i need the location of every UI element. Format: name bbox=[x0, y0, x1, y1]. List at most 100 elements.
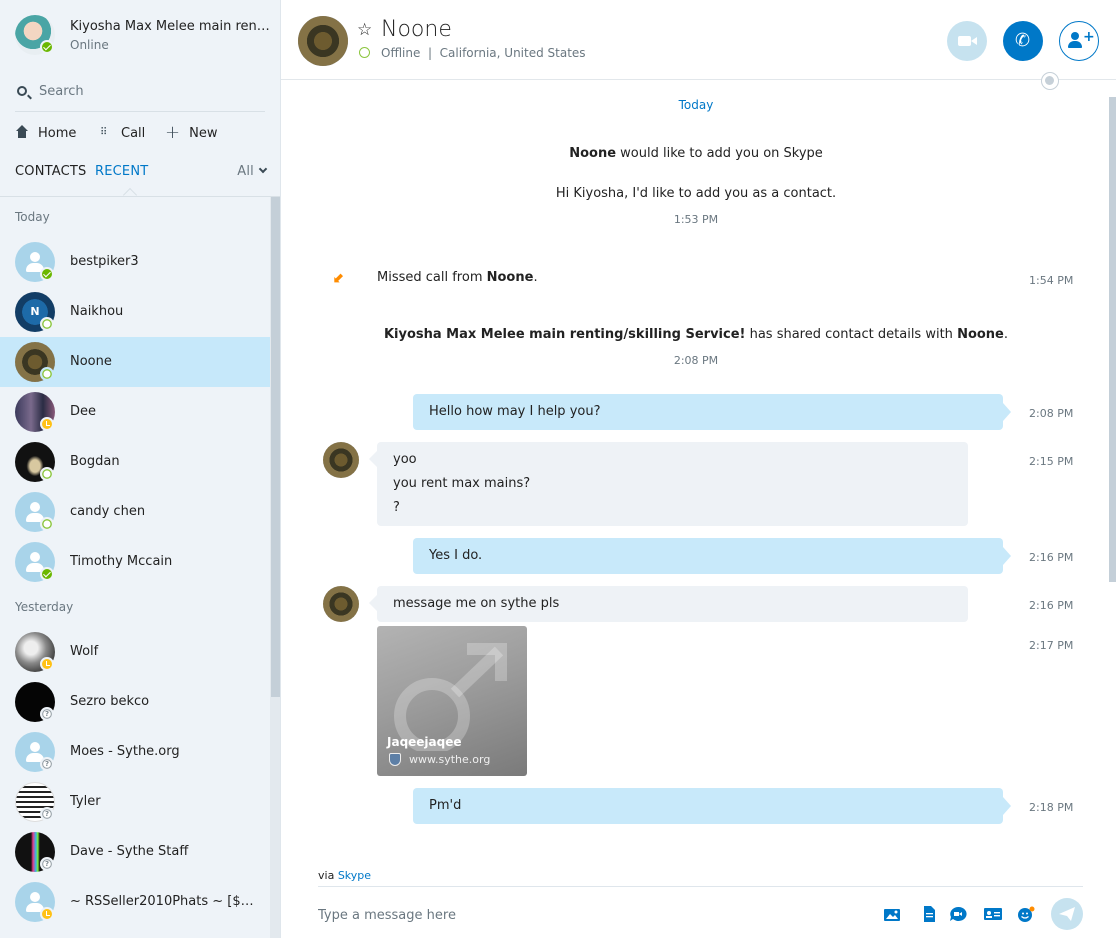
star-icon[interactable]: ☆ bbox=[357, 20, 372, 40]
contact-item[interactable]: Wolf bbox=[0, 627, 270, 677]
search-icon bbox=[17, 86, 27, 96]
contact-item[interactable]: Bogdan bbox=[0, 437, 270, 487]
incoming-message[interactable]: message me on sythe pls bbox=[369, 586, 968, 622]
avatar bbox=[15, 442, 55, 482]
link-card-title: Jaqeejaqee bbox=[387, 735, 462, 749]
message-text: message me on sythe pls bbox=[393, 596, 560, 611]
contact-list: Today bestpiker3 N Naikhou Noone Dee Bog… bbox=[0, 197, 270, 938]
plus-icon: + bbox=[165, 122, 181, 143]
new-label: New bbox=[189, 125, 218, 141]
missed-call-icon: ⬋ bbox=[333, 270, 345, 286]
missed-caller: Noone bbox=[486, 270, 534, 285]
audio-call-button[interactable]: ✆ bbox=[1003, 21, 1043, 61]
away-status-icon bbox=[40, 907, 54, 921]
message-text: Yes I do. bbox=[429, 548, 483, 563]
message-text: yoo bbox=[393, 452, 417, 467]
unknown-status-icon: ? bbox=[40, 757, 54, 771]
call-button[interactable]: ⠿ Call bbox=[100, 122, 145, 144]
avatar bbox=[15, 392, 55, 432]
avatar[interactable] bbox=[323, 442, 359, 478]
media-gallery-icon[interactable] bbox=[883, 906, 901, 922]
contact-item[interactable]: ~ RSSeller2010Phats ~ [$200... bbox=[0, 877, 270, 927]
contact-list-scrollbar[interactable] bbox=[270, 197, 280, 938]
dialpad-icon: ⠿ bbox=[100, 127, 107, 138]
contact-item[interactable]: candy chen bbox=[0, 487, 270, 537]
via-skype-link[interactable]: Skype bbox=[338, 869, 371, 882]
incoming-message[interactable]: yoo you rent max mains? ? bbox=[369, 442, 968, 526]
add-person-icon: + bbox=[1068, 30, 1095, 50]
conversation-pane: ☆ Noone Offline | California, United Sta… bbox=[281, 0, 1116, 938]
away-status-icon bbox=[40, 417, 54, 431]
scrollbar-thumb[interactable] bbox=[271, 197, 280, 697]
new-button[interactable]: + New bbox=[165, 122, 217, 144]
video-call-button[interactable] bbox=[947, 21, 987, 61]
search-input[interactable] bbox=[39, 80, 259, 102]
contact-request-notice: Noone would like to add you on Skype bbox=[281, 146, 1111, 161]
send-button[interactable] bbox=[1051, 898, 1083, 930]
via-prefix: via bbox=[318, 869, 338, 882]
contact-item[interactable]: ? Moes - Sythe.org bbox=[0, 727, 270, 777]
contact-item[interactable]: ? Tyler bbox=[0, 777, 270, 827]
outgoing-message[interactable]: Yes I do. bbox=[413, 538, 1011, 574]
contact-name: Tyler bbox=[70, 794, 101, 809]
avatar[interactable] bbox=[15, 15, 55, 55]
message-timestamp: 1:54 PM bbox=[1029, 274, 1074, 287]
via-label: via Skype bbox=[318, 869, 371, 882]
message-timestamp: 2:16 PM bbox=[1029, 599, 1074, 612]
home-icon bbox=[15, 125, 29, 139]
send-contact-icon[interactable] bbox=[984, 906, 1002, 922]
message-text: you rent max mains? bbox=[393, 476, 531, 491]
message-timestamp: 2:18 PM bbox=[1029, 801, 1074, 814]
contact-name: Noone bbox=[70, 354, 112, 369]
contact-name: Dee bbox=[70, 404, 97, 419]
online-status-icon bbox=[40, 40, 54, 54]
missed-call-notice: Missed call from Noone. bbox=[377, 270, 538, 285]
search-bar[interactable] bbox=[15, 76, 265, 112]
outgoing-message[interactable]: Pm'd bbox=[413, 788, 1011, 824]
contact-status-line: Offline | California, United States bbox=[381, 46, 586, 60]
chevron-down-icon bbox=[258, 164, 268, 174]
shared-suffix: . bbox=[1003, 327, 1009, 342]
contact-name: Timothy Mccain bbox=[70, 554, 173, 569]
avatar[interactable] bbox=[323, 586, 359, 622]
shared-sender: Kiyosha Max Melee main renting/skilling … bbox=[383, 327, 746, 342]
contact-item[interactable]: N Naikhou bbox=[0, 287, 270, 337]
tab-contacts[interactable]: CONTACTS bbox=[15, 164, 87, 179]
shared-text: has shared contact details with bbox=[745, 327, 958, 342]
offline-status-icon bbox=[40, 317, 54, 331]
add-people-button[interactable]: + bbox=[1059, 21, 1099, 61]
contact-item[interactable]: bestpiker3 bbox=[0, 237, 270, 287]
section-header-yesterday: Yesterday bbox=[15, 600, 74, 614]
message-timestamp: 2:15 PM bbox=[1029, 455, 1074, 468]
avatar bbox=[15, 542, 55, 582]
emoticon-icon[interactable] bbox=[1017, 906, 1035, 922]
contact-item-selected[interactable]: Noone bbox=[0, 337, 270, 387]
contact-item[interactable]: Timothy Mccain bbox=[0, 537, 270, 587]
filter-dropdown[interactable]: All bbox=[237, 164, 268, 179]
send-file-icon[interactable] bbox=[920, 906, 938, 922]
link-preview-card[interactable]: Jaqeejaqee www.sythe.org bbox=[377, 626, 527, 776]
tab-recent[interactable]: RECENT bbox=[95, 164, 148, 179]
unknown-status-icon: ? bbox=[40, 707, 54, 721]
contact-item[interactable]: ? Dave - Sythe Staff bbox=[0, 827, 270, 877]
divider bbox=[318, 886, 1083, 887]
contact-item[interactable]: ? Sezro bekco bbox=[0, 677, 270, 727]
section-header-today: Today bbox=[15, 210, 50, 224]
avatar: N bbox=[15, 292, 55, 332]
video-message-icon[interactable] bbox=[949, 906, 967, 922]
sidebar: Kiyosha Max Melee main renti... Online H… bbox=[0, 0, 281, 938]
home-button[interactable]: Home bbox=[15, 122, 76, 144]
avatar[interactable] bbox=[298, 16, 348, 66]
shared-contact-notice: Kiyosha Max Melee main renting/skilling … bbox=[281, 327, 1111, 342]
profile-card[interactable]: Kiyosha Max Melee main renti... Online bbox=[15, 15, 270, 59]
contact-item[interactable]: Dee bbox=[0, 387, 270, 437]
message-input[interactable] bbox=[318, 904, 818, 926]
missed-prefix: Missed call from bbox=[377, 270, 487, 285]
shared-recipient: Noone bbox=[957, 327, 1004, 342]
message-timestamp: 2:08 PM bbox=[673, 354, 719, 367]
outgoing-message[interactable]: Hello how may I help you? bbox=[413, 394, 1011, 430]
video-icon bbox=[958, 36, 977, 46]
conversation-title[interactable]: Noone bbox=[381, 17, 452, 42]
contact-name: Dave - Sythe Staff bbox=[70, 844, 189, 859]
contact-name: Moes - Sythe.org bbox=[70, 744, 180, 759]
